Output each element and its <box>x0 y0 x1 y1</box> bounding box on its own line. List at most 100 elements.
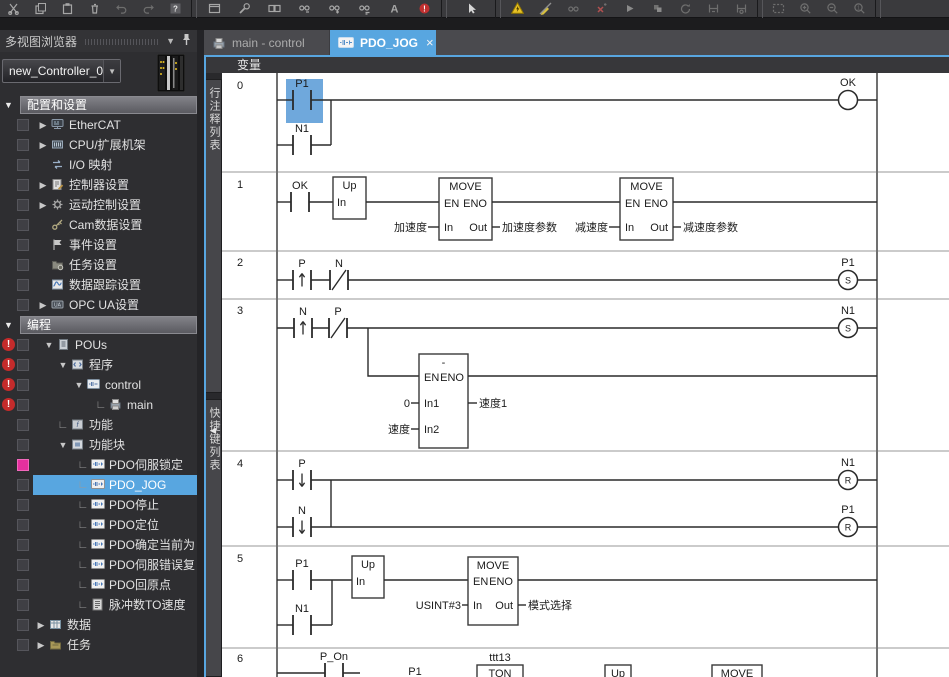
delete-rung-icon[interactable] <box>727 1 755 17</box>
build-warning-icon[interactable] <box>503 1 531 17</box>
pin-icon[interactable] <box>181 33 192 49</box>
tree-item-脉冲数TO速度[interactable]: ∟脉冲数TO速度 <box>0 595 197 615</box>
delete-icon[interactable] <box>81 1 108 17</box>
tree-section-配置和设置[interactable]: ▼配置和设置 <box>0 95 197 115</box>
tree-item-数据[interactable]: ▶数据 <box>0 615 197 635</box>
task-settings-icon <box>51 258 66 272</box>
redo-icon[interactable] <box>135 1 162 17</box>
fb-tab-icon <box>338 37 354 48</box>
expander-icon[interactable]: ▶ <box>36 295 50 315</box>
tree-item-功能[interactable]: ∟f功能 <box>0 415 197 435</box>
title-texture <box>85 39 160 45</box>
chevron-down-icon[interactable]: ▼ <box>166 36 175 46</box>
insert-rung-icon[interactable] <box>699 1 727 17</box>
search-build-icon[interactable] <box>319 1 349 17</box>
window-icon[interactable] <box>199 1 229 17</box>
fb-icon <box>91 458 106 472</box>
ladder-coil[interactable] <box>839 91 858 110</box>
tree-item-Cam数据设置[interactable]: Cam数据设置 <box>0 215 197 235</box>
expander-icon[interactable]: ▼ <box>72 375 86 395</box>
chevron-open-icon[interactable]: ▼ <box>4 315 13 335</box>
tree-item-功能块[interactable]: ▼功能块 <box>0 435 197 455</box>
select-region-icon[interactable] <box>765 1 792 17</box>
copy-icon[interactable] <box>27 1 54 17</box>
tree-item-main[interactable]: !∟main <box>0 395 197 415</box>
fb-icon <box>91 518 106 532</box>
tree-item-PDO_JOG[interactable]: ∟PDO_JOG <box>0 475 197 495</box>
tree-item-控制器设置[interactable]: ▶控制器设置 <box>0 175 197 195</box>
controller-selector[interactable]: new_Controller_0 ▼ <box>2 59 121 83</box>
close-icon[interactable]: × <box>426 35 434 50</box>
tree-section-编程[interactable]: ▼编程 <box>0 315 197 335</box>
namespace-chip <box>17 519 29 531</box>
zoom-out-icon[interactable] <box>819 1 846 17</box>
editor-tab-main - control[interactable]: main - control <box>204 30 330 55</box>
expander-icon[interactable]: ▶ <box>36 115 50 135</box>
expander-icon[interactable]: ▶ <box>36 175 50 195</box>
tree-item-数据跟踪设置[interactable]: 数据跟踪设置 <box>0 275 197 295</box>
undo-icon[interactable] <box>108 1 135 17</box>
namespace-chip <box>17 619 29 631</box>
compare-icon[interactable] <box>259 1 289 17</box>
tree-item-任务设置[interactable]: 任务设置 <box>0 255 197 275</box>
rung-number: 5 <box>237 553 243 565</box>
variables-bar[interactable]: 变量 <box>206 57 949 73</box>
tree-item-control[interactable]: !▼control <box>0 375 197 395</box>
font-icon[interactable]: A <box>379 1 409 17</box>
rung-number: 4 <box>237 458 243 470</box>
zoom-fit-icon[interactable]: 1 <box>846 1 873 17</box>
tree-item-程序[interactable]: !▼程序 <box>0 355 197 375</box>
tree-item-PDO伺服锁定[interactable]: ∟PDO伺服锁定 <box>0 455 197 475</box>
tree-item-PDO确定当前为[interactable]: ∟PDO确定当前为 <box>0 535 197 555</box>
search-watch-icon[interactable] <box>289 1 319 17</box>
tree-item-POUs[interactable]: !▼POUs <box>0 335 197 355</box>
zoom-in-icon[interactable] <box>792 1 819 17</box>
svg-text:A: A <box>390 4 398 16</box>
expander-icon[interactable]: ▶ <box>34 615 48 635</box>
expander-icon[interactable]: ▼ <box>56 355 70 375</box>
fb-icon <box>91 578 106 592</box>
cross-reference-icon[interactable] <box>587 1 615 17</box>
tree-item-CPU/扩展机架[interactable]: ▶CPU/扩展机架 <box>0 135 197 155</box>
toolbar-separator <box>757 0 763 18</box>
tree-item-任务[interactable]: ▶任务 <box>0 635 197 655</box>
paste-icon[interactable] <box>54 1 81 17</box>
run-icon[interactable] <box>615 1 643 17</box>
contact-variable-label: N1 <box>295 603 309 615</box>
tree-item-EtherCAT[interactable]: ▶EtherCAT <box>0 115 197 135</box>
expander-icon[interactable]: ▼ <box>42 335 56 355</box>
chevron-down-icon[interactable]: ▼ <box>103 60 120 82</box>
chevron-open-icon[interactable]: ▼ <box>4 95 13 115</box>
tab-shortcut-key-list[interactable]: 快捷键列表 <box>206 399 222 677</box>
collapse-left-icon[interactable]: ◀ <box>210 426 216 435</box>
ladder-editor[interactable]: 0123456P1OKN1OKUpInMOVEENENOInOut加速度加速度参… <box>222 73 949 677</box>
tree-item-事件设置[interactable]: 事件设置 <box>0 235 197 255</box>
expander-icon[interactable]: ▶ <box>36 135 50 155</box>
editor-pane: main - controlPDO_JOG× 变量 行注释列表 ◀ 快捷键列表 … <box>197 30 949 677</box>
tree-item-PDO停止[interactable]: ∟PDO停止 <box>0 495 197 515</box>
build-icon[interactable] <box>229 1 259 17</box>
st-doc-icon <box>91 598 106 612</box>
search-io-icon[interactable] <box>349 1 379 17</box>
toolbar-group: 1 <box>765 0 873 18</box>
tab-rung-comment-list[interactable]: 行注释列表 <box>206 79 222 393</box>
expander-icon[interactable]: ▶ <box>36 195 50 215</box>
tree-item-PDO定位[interactable]: ∟PDO定位 <box>0 515 197 535</box>
tree-item-运动控制设置[interactable]: ▶运动控制设置 <box>0 195 197 215</box>
help-icon[interactable]: ? <box>162 1 189 17</box>
expander-icon[interactable]: ▼ <box>56 435 70 455</box>
stop-icon[interactable] <box>643 1 671 17</box>
tree-item-PDO伺服错误复[interactable]: ∟PDO伺服错误复 <box>0 555 197 575</box>
watch-icon[interactable] <box>559 1 587 17</box>
pointer-icon[interactable] <box>449 1 493 17</box>
tree-item-I/O 映射[interactable]: I/O 映射 <box>0 155 197 175</box>
ladder-canvas[interactable] <box>222 73 949 677</box>
error-list-icon[interactable]: ! <box>409 1 439 17</box>
tree-item-PDO回原点[interactable]: ∟PDO回原点 <box>0 575 197 595</box>
cut-icon[interactable] <box>0 1 27 17</box>
editor-tab-PDO_JOG[interactable]: PDO_JOG× <box>330 30 436 55</box>
edit-restrict-icon[interactable] <box>531 1 559 17</box>
online-refresh-icon[interactable] <box>671 1 699 17</box>
tree-item-OPC UA设置[interactable]: ▶UAOPC UA设置 <box>0 295 197 315</box>
expander-icon[interactable]: ▶ <box>34 635 48 655</box>
